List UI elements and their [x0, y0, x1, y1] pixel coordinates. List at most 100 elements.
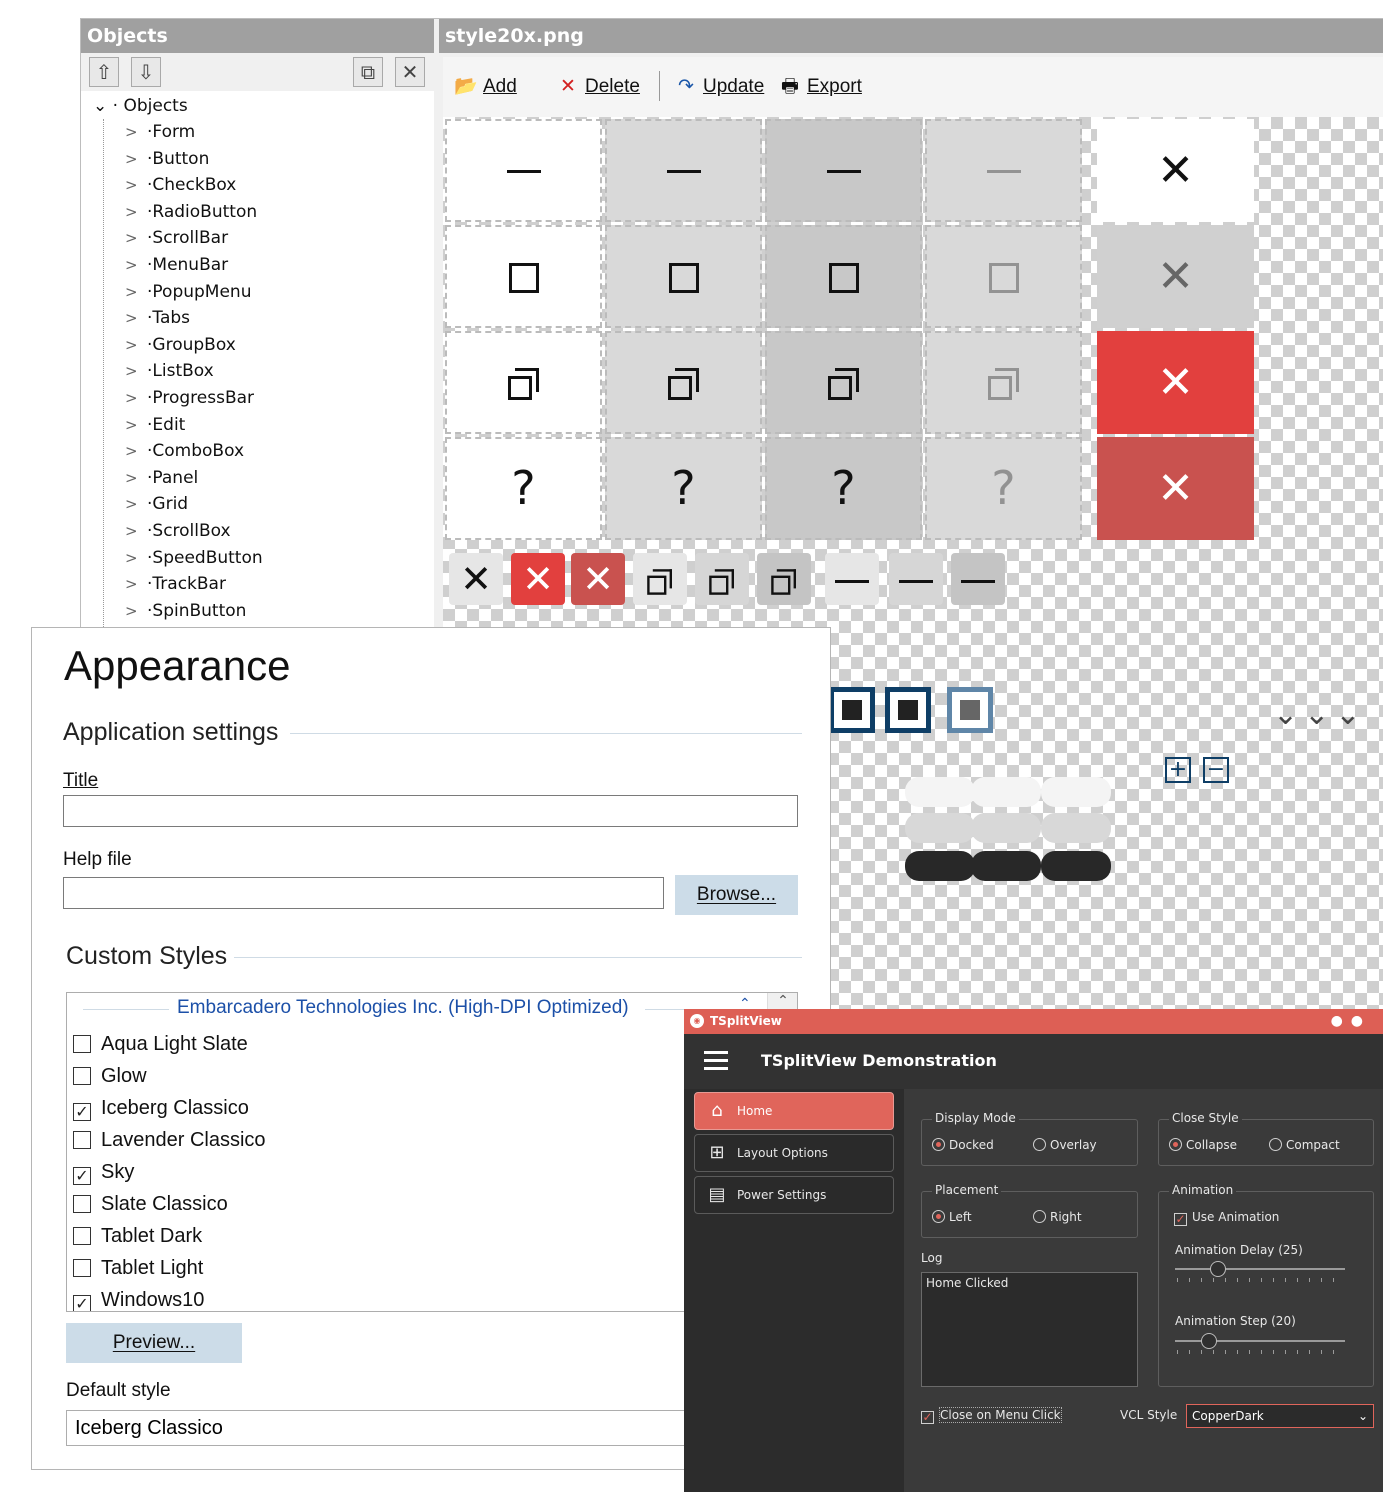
checkbox-icon[interactable]	[73, 1035, 91, 1053]
checked-checkbox-icon[interactable]: ✓	[73, 1167, 91, 1185]
checkbox-icon[interactable]	[73, 1067, 91, 1085]
tree-item[interactable]: > ·ScrollBar	[125, 225, 228, 251]
chevron-right-icon[interactable]: >	[125, 438, 147, 464]
log-memo[interactable]: Home Clicked	[921, 1272, 1138, 1387]
title-field[interactable]	[63, 795, 798, 827]
update-button[interactable]: ↷ Update	[673, 73, 764, 99]
vcl-style-select[interactable]: CopperDark ⌄	[1186, 1404, 1374, 1428]
style-list-item[interactable]: Slate Classico	[73, 1189, 228, 1219]
style-list-item[interactable]: Tablet Light	[73, 1253, 203, 1283]
tree-item[interactable]: > ·Tabs	[125, 305, 190, 331]
update-icon: ↷	[678, 75, 694, 97]
chevron-right-icon[interactable]: >	[125, 305, 147, 331]
chevron-right-icon[interactable]: >	[125, 279, 147, 305]
animation-delay-slider[interactable]	[1175, 1268, 1345, 1270]
tree-item[interactable]: > ·Grid	[125, 491, 188, 517]
chevron-right-icon[interactable]: >	[125, 358, 147, 384]
tree-item[interactable]: > ·Edit	[125, 412, 185, 438]
style-list-item[interactable]: ✓ Iceberg Classico	[73, 1093, 249, 1123]
use-animation-checkbox[interactable]: ✓ Use Animation	[1174, 1210, 1279, 1226]
radio-compact[interactable]: Compact	[1269, 1138, 1340, 1152]
hamburger-menu-icon[interactable]	[704, 1051, 728, 1071]
chevron-right-icon[interactable]: >	[125, 119, 147, 145]
tree-item[interactable]: > ·PopupMenu	[125, 279, 251, 305]
scroll-up-icon[interactable]: ⌃	[768, 993, 797, 1009]
group-divider	[83, 1009, 169, 1010]
chevron-right-icon[interactable]: >	[125, 385, 147, 411]
chevron-right-icon[interactable]: >	[125, 225, 147, 251]
chevron-right-icon[interactable]: >	[125, 491, 147, 517]
chevron-right-icon[interactable]: >	[125, 146, 147, 172]
export-button[interactable]: 🖶 Export	[777, 73, 862, 99]
log-entry: Home Clicked	[926, 1276, 1009, 1290]
tree-item[interactable]: > ·TrackBar	[125, 571, 226, 597]
tree-item[interactable]: > ·Form	[125, 119, 195, 145]
checkbox-icon[interactable]	[73, 1227, 91, 1245]
radio-docked[interactable]: Docked	[932, 1138, 994, 1152]
tree-item[interactable]: > ·GroupBox	[125, 332, 236, 358]
chevron-down-icon[interactable]: ⌄	[93, 96, 107, 116]
tree-item[interactable]: > ·ScrollBox	[125, 518, 231, 544]
style-list-item[interactable]: ✓ Sky	[73, 1157, 134, 1187]
add-button[interactable]: 📂 Add	[453, 73, 517, 99]
animation-delay-thumb[interactable]	[1209, 1261, 1226, 1277]
remove-icon[interactable]: ✕	[395, 57, 425, 87]
nav-item-layout-options[interactable]: ⊞ Layout Options	[694, 1134, 894, 1172]
chevron-down-icon: ⌄	[1357, 1409, 1368, 1423]
preview-button[interactable]: Preview...	[66, 1323, 242, 1363]
tree-item[interactable]: > ·ListBox	[125, 358, 214, 384]
pill-light-sample	[1041, 777, 1111, 807]
radio-right[interactable]: Right	[1033, 1210, 1082, 1224]
tree-item[interactable]: > ·CheckBox	[125, 172, 236, 198]
radio-left[interactable]: Left	[932, 1210, 972, 1224]
style-name: Aqua Light Slate	[101, 1033, 248, 1055]
chevron-right-icon[interactable]: >	[125, 571, 147, 597]
copy-icon[interactable]: ⧉	[353, 57, 383, 87]
tree-item-label: ComboBox	[152, 441, 245, 462]
restore-icon	[507, 367, 540, 400]
chevron-right-icon[interactable]: >	[125, 252, 147, 278]
browse-button[interactable]: Browse...	[675, 875, 798, 915]
maximize-icon	[828, 262, 859, 293]
style-list-item[interactable]: Aqua Light Slate	[73, 1029, 248, 1059]
close-on-menu-click-checkbox[interactable]: ✓ Close on Menu Click	[921, 1407, 1062, 1424]
chevron-right-icon[interactable]: >	[125, 332, 147, 358]
tree-item[interactable]: > ·RadioButton	[125, 199, 257, 225]
move-down-icon[interactable]: ⇩	[131, 57, 161, 87]
minimize-icon	[826, 170, 861, 173]
move-up-icon[interactable]: ⇧	[89, 57, 119, 87]
tree-item[interactable]: > ·Panel	[125, 465, 198, 491]
style-list-item[interactable]: Glow	[73, 1061, 147, 1091]
window-controls-icon[interactable]: ●●	[1331, 1009, 1371, 1034]
style-list-item[interactable]: Tablet Dark	[73, 1221, 202, 1251]
chevron-right-icon[interactable]: >	[125, 199, 147, 225]
tree-item[interactable]: > ·ComboBox	[125, 438, 244, 464]
nav-item-home[interactable]: ⌂ Home	[694, 1092, 894, 1130]
animation-step-thumb[interactable]	[1201, 1333, 1217, 1349]
tree-root-objects[interactable]: ⌄ · Objects	[93, 93, 188, 119]
radio-overlay[interactable]: Overlay	[1033, 1138, 1097, 1152]
radio-pressed-sample	[885, 687, 931, 733]
style-list-item[interactable]: Lavender Classico	[73, 1125, 266, 1155]
help-file-field[interactable]	[63, 877, 664, 909]
checkbox-icon[interactable]	[73, 1259, 91, 1277]
chevron-right-icon[interactable]: >	[125, 545, 147, 571]
checkbox-icon[interactable]	[73, 1195, 91, 1213]
checked-checkbox-icon[interactable]: ✓	[73, 1103, 91, 1121]
chevron-right-icon[interactable]: >	[125, 412, 147, 438]
tree-item[interactable]: > ·ProgressBar	[125, 385, 254, 411]
chevron-right-icon[interactable]: >	[125, 518, 147, 544]
tree-item[interactable]: > ·MenuBar	[125, 252, 228, 278]
checked-checkbox-icon[interactable]: ✓	[73, 1295, 91, 1311]
radio-collapse[interactable]: Collapse	[1169, 1138, 1237, 1152]
tree-item[interactable]: > ·Button	[125, 146, 209, 172]
chevron-right-icon[interactable]: >	[125, 465, 147, 491]
chevron-right-icon[interactable]: >	[125, 172, 147, 198]
checkbox-icon[interactable]	[73, 1131, 91, 1149]
chevron-right-icon[interactable]: >	[125, 598, 147, 624]
nav-item-power-settings[interactable]: ▤ Power Settings	[694, 1176, 894, 1214]
delete-button[interactable]: ✕ Delete	[555, 73, 640, 99]
tree-item[interactable]: > ·SpinButton	[125, 598, 246, 624]
tree-item[interactable]: > ·SpeedButton	[125, 545, 263, 571]
style-list-item[interactable]: ✓ Windows10	[73, 1285, 204, 1311]
